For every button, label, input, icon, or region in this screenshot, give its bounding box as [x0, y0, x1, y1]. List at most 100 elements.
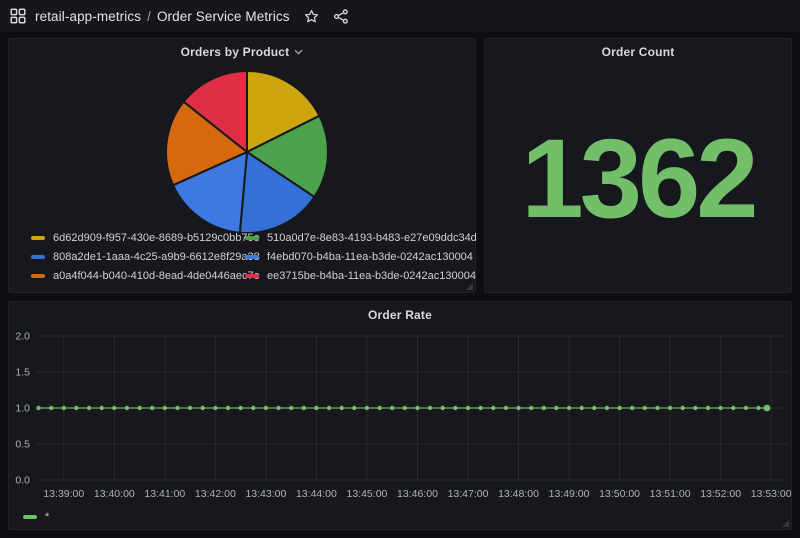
data-point	[302, 406, 306, 410]
x-tick-label: 13:49:00	[549, 488, 590, 500]
breadcrumb-separator: /	[147, 9, 151, 24]
legend-swatch	[31, 255, 45, 259]
data-point	[36, 406, 40, 410]
breadcrumb-dashboard-title[interactable]: Order Service Metrics	[157, 9, 290, 24]
y-tick-label: 1.5	[15, 367, 30, 379]
panel-resize-handle[interactable]	[466, 283, 473, 290]
pie-chart[interactable]	[9, 65, 475, 239]
legend-swatch	[245, 236, 259, 240]
legend-swatch	[245, 274, 259, 278]
panel-orders-by-product: Orders by Product 6d62d909-f957-430e-868…	[8, 38, 476, 293]
panel-title-orders-by-product[interactable]: Orders by Product	[9, 39, 475, 65]
data-point	[617, 406, 621, 410]
pie-legend-item[interactable]: 510a0d7e-8e83-4193-b483-e27e09ddc34d	[245, 232, 477, 244]
x-tick-label: 13:40:00	[94, 488, 135, 500]
data-point	[238, 406, 242, 410]
data-point	[251, 406, 255, 410]
pie-legend-item[interactable]: f4ebd070-b4ba-11ea-b3de-0242ac130004	[245, 251, 477, 263]
data-point	[365, 406, 369, 410]
data-point	[340, 406, 344, 410]
panel-title-order-count[interactable]: Order Count	[485, 39, 791, 65]
panel-title-text: Order Count	[602, 45, 675, 59]
x-tick-label: 13:48:00	[498, 488, 539, 500]
panel-order-rate: Order Rate 0.00.51.01.52.013:39:0013:40:…	[8, 301, 792, 530]
data-point	[175, 406, 179, 410]
data-point	[491, 406, 495, 410]
data-point	[718, 406, 722, 410]
x-tick-label: 13:50:00	[599, 488, 640, 500]
x-tick-label: 13:45:00	[347, 488, 388, 500]
data-point	[163, 406, 167, 410]
data-point	[542, 406, 546, 410]
data-point	[453, 406, 457, 410]
x-tick-label: 13:42:00	[195, 488, 236, 500]
legend-swatch	[31, 274, 45, 278]
data-point	[478, 406, 482, 410]
data-point	[744, 406, 748, 410]
y-tick-label: 1.0	[15, 403, 30, 415]
x-tick-label: 13:53:00	[751, 488, 791, 500]
data-point	[62, 406, 66, 410]
data-point	[100, 406, 104, 410]
stat-value-container: 1362	[485, 65, 791, 292]
data-point	[605, 406, 609, 410]
data-point	[441, 406, 445, 410]
breadcrumb: retail-app-metrics / Order Service Metri…	[35, 9, 290, 24]
x-tick-label: 13:44:00	[296, 488, 337, 500]
data-point	[731, 406, 735, 410]
pie-legend-item[interactable]: ee3715be-b4ba-11ea-b3de-0242ac130004	[245, 270, 477, 282]
data-point	[352, 406, 356, 410]
data-point	[49, 406, 53, 410]
y-tick-label: 0.0	[15, 475, 30, 487]
x-tick-label: 13:39:00	[43, 488, 84, 500]
data-point	[264, 406, 268, 410]
data-point	[327, 406, 331, 410]
data-point	[112, 406, 116, 410]
dashboard-grid-icon[interactable]	[10, 8, 26, 24]
legend-label: 808a2de1-1aaa-4c25-a9b9-6612e8f29a38	[53, 251, 260, 263]
time-series-chart[interactable]: 0.00.51.01.52.013:39:0013:40:0013:41:001…	[9, 328, 791, 510]
breadcrumb-folder[interactable]: retail-app-metrics	[35, 9, 141, 24]
data-point	[693, 406, 697, 410]
legend-swatch	[31, 236, 45, 240]
share-icon[interactable]	[333, 9, 349, 24]
panel-title-text: Order Rate	[368, 308, 432, 322]
data-point	[681, 406, 685, 410]
panel-title-order-rate[interactable]: Order Rate	[9, 302, 791, 328]
legend-label: ee3715be-b4ba-11ea-b3de-0242ac130004	[267, 270, 476, 282]
legend-label: 6d62d909-f957-430e-8689-b5129c0bb75e	[53, 232, 260, 244]
pie-legend: 6d62d909-f957-430e-8689-b5129c0bb75e 510a…	[31, 228, 477, 285]
pie-legend-item[interactable]: 808a2de1-1aaa-4c25-a9b9-6612e8f29a38	[31, 251, 245, 263]
data-point	[137, 406, 141, 410]
pie-legend-item[interactable]: 6d62d909-f957-430e-8689-b5129c0bb75e	[31, 232, 245, 244]
data-point	[415, 406, 419, 410]
y-tick-label: 0.5	[15, 439, 30, 451]
panel-resize-handle[interactable]	[782, 520, 789, 527]
star-icon[interactable]	[304, 9, 319, 24]
series-legend-item[interactable]: *	[23, 511, 49, 523]
data-point	[74, 406, 78, 410]
data-point	[504, 406, 508, 410]
data-point	[428, 406, 432, 410]
data-point	[226, 406, 230, 410]
legend-label: a0a4f044-b040-410d-8ead-4de0446aec7e	[53, 270, 260, 282]
data-point	[756, 406, 760, 410]
data-point	[403, 406, 407, 410]
data-point	[655, 406, 659, 410]
panel-title-text: Orders by Product	[181, 45, 290, 59]
legend-swatch	[245, 255, 259, 259]
data-point	[567, 406, 571, 410]
data-point	[554, 406, 558, 410]
x-tick-label: 13:43:00	[245, 488, 286, 500]
data-point	[643, 406, 647, 410]
x-tick-label: 13:41:00	[144, 488, 185, 500]
data-point	[201, 406, 205, 410]
x-tick-label: 13:47:00	[448, 488, 489, 500]
pie-legend-item[interactable]: a0a4f044-b040-410d-8ead-4de0446aec7e	[31, 270, 245, 282]
data-point	[580, 406, 584, 410]
legend-label: 510a0d7e-8e83-4193-b483-e27e09ddc34d	[267, 232, 477, 244]
data-point	[516, 406, 520, 410]
data-point	[213, 406, 217, 410]
data-point	[764, 405, 771, 412]
data-point	[592, 406, 596, 410]
